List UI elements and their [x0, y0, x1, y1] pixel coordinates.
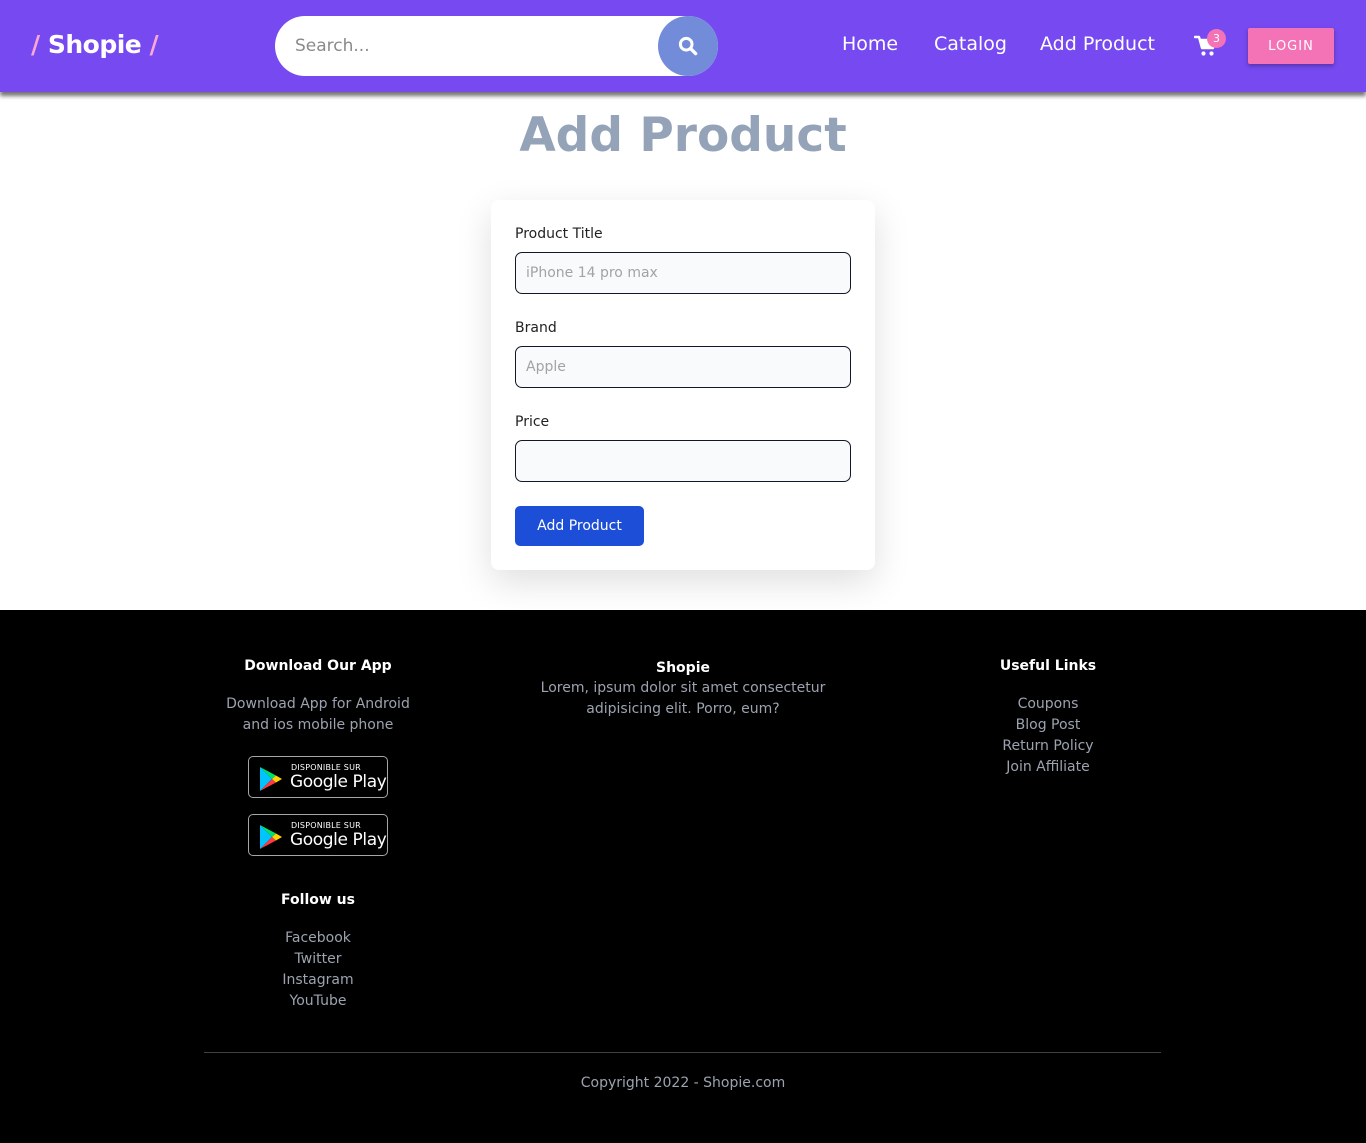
search-button[interactable]	[658, 16, 718, 76]
useful-links: Coupons Blog Post Return Policy Join Aff…	[948, 694, 1148, 778]
useful-link-return-policy[interactable]: Return Policy	[948, 736, 1148, 757]
store-badge-caption: DISPONIBLE SUR	[291, 763, 361, 772]
nav-link-catalog[interactable]: Catalog	[934, 33, 1007, 55]
download-app-heading: Download Our App	[244, 658, 392, 674]
google-play-icon	[260, 767, 282, 791]
add-product-button[interactable]: Add Product	[515, 506, 644, 546]
search-input[interactable]	[295, 16, 655, 76]
footer-divider	[204, 1052, 1161, 1053]
social-link-youtube[interactable]: YouTube	[218, 991, 418, 1012]
navbar: / Shopie / Home Catalog Add Product 3 LO…	[0, 0, 1366, 92]
logo[interactable]: / Shopie /	[31, 30, 159, 59]
social-link-facebook[interactable]: Facebook	[218, 928, 418, 949]
about-text: Lorem, ipsum dolor sit amet consectetur …	[540, 680, 826, 717]
cart-count-badge: 3	[1207, 29, 1226, 48]
nav-link-home[interactable]: Home	[842, 33, 898, 55]
follow-us-heading: Follow us	[281, 892, 355, 908]
useful-link-blog-post[interactable]: Blog Post	[948, 715, 1148, 736]
store-badge-name: Google Play	[290, 830, 387, 850]
useful-link-coupons[interactable]: Coupons	[948, 694, 1148, 715]
logo-text: Shopie	[47, 30, 142, 59]
search-bar	[275, 16, 718, 76]
social-links: Facebook Twitter Instagram YouTube	[218, 928, 418, 1012]
google-play-badge[interactable]: DISPONIBLE SUR Google Play	[248, 756, 388, 798]
logo-slash-right: /	[149, 30, 159, 59]
social-link-instagram[interactable]: Instagram	[218, 970, 418, 991]
social-link-twitter[interactable]: Twitter	[218, 949, 418, 970]
google-play-badge[interactable]: DISPONIBLE SUR Google Play	[248, 814, 388, 856]
brand-input[interactable]	[515, 346, 851, 388]
price-input[interactable]	[515, 440, 851, 482]
price-label: Price	[515, 414, 550, 430]
nav-link-add-product[interactable]: Add Product	[1040, 33, 1155, 55]
footer: Download Our App Download App for Androi…	[0, 610, 1366, 1143]
logo-slash-left: /	[31, 30, 40, 59]
product-title-label: Product Title	[515, 226, 603, 242]
login-button[interactable]: LOGIN	[1248, 28, 1334, 64]
product-title-input[interactable]	[515, 252, 851, 294]
store-badge-name: Google Play	[290, 772, 387, 792]
page-title: Add Product	[519, 108, 847, 163]
copyright: Copyright 2022 - Shopie.com	[580, 1075, 786, 1091]
brand-label: Brand	[515, 320, 557, 336]
about-heading: Shopie	[656, 660, 710, 676]
search-icon	[678, 36, 698, 56]
useful-links-heading: Useful Links	[999, 658, 1097, 674]
download-app-text: Download App for Android and ios mobile …	[226, 696, 410, 733]
add-product-form: Product Title Brand Price Add Product	[491, 200, 875, 570]
store-badge-caption: DISPONIBLE SUR	[291, 821, 361, 830]
google-play-icon	[260, 825, 282, 849]
useful-link-join-affiliate[interactable]: Join Affiliate	[948, 757, 1148, 778]
